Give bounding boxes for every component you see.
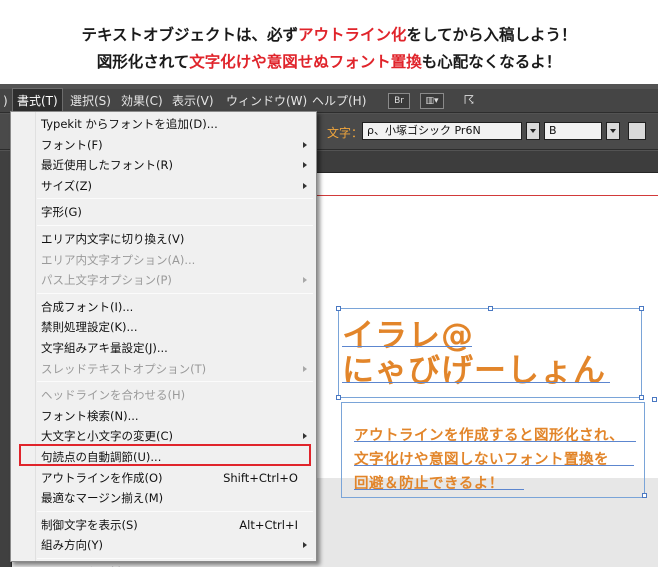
menu-item[interactable]: 字形(G) (41, 202, 82, 222)
banner-line-2-segment: も心配なくなるよ！ (421, 53, 562, 71)
menu-separator (37, 510, 313, 512)
font-size-stepper[interactable] (628, 122, 646, 140)
banner-line-1: テキストオブジェクトは、必ずアウトライン化をしてから入稿しよう！ (0, 23, 658, 45)
menu-item: スレッドテキストオプション(T) (41, 361, 207, 376)
menu-bar: ) 書式(T) 選択(S) 効果(C) 表示(V) ウィンドウ(W) ヘルプ(H… (0, 88, 658, 114)
baseline-line (354, 465, 634, 466)
menu-item-help[interactable]: ヘルプ(H) (312, 89, 366, 113)
banner-line-2-segment: 図形化されて (96, 53, 190, 71)
menu-item-effect[interactable]: 効果(C) (121, 89, 163, 113)
baseline-line (342, 382, 610, 383)
instruction-banner: テキストオブジェクトは、必ずアウトライン化をしてから入稿しよう！ 図形化されて文… (0, 0, 658, 84)
menu-item: テキストを更新(L) (41, 562, 137, 567)
banner-line-2-segment: 文字化けや意図せぬフォント置換 (189, 53, 422, 71)
menu-item-prev[interactable]: ) (3, 89, 8, 113)
font-style-field[interactable]: B (544, 122, 602, 140)
highlight-outline-annotation (19, 444, 311, 466)
menu-item[interactable]: サイズ(Z) (41, 176, 92, 196)
menu-item[interactable]: 禁則処理設定(K)... (41, 317, 137, 337)
menu-item-type[interactable]: 書式(T) (12, 88, 63, 114)
font-family-dropdown-icon[interactable] (526, 122, 540, 140)
menu-item[interactable]: Typekit からフォントを追加(D)... (41, 114, 218, 134)
menu-separator (37, 198, 313, 200)
baseline-line (342, 346, 472, 347)
baseline-line (354, 441, 636, 442)
submenu-arrow-icon (303, 182, 307, 189)
menu-item[interactable]: 制御文字を表示(S) (41, 515, 138, 535)
menu-item-select[interactable]: 選択(S) (70, 89, 111, 113)
font-style-dropdown-icon[interactable] (606, 122, 620, 140)
font-family-field[interactable]: ρ、小塚ゴシック Pr6N (362, 122, 522, 140)
menu-item[interactable]: エリア内文字に切り換え(V) (41, 229, 184, 249)
bridge-button[interactable]: Br (388, 93, 410, 109)
banner-line-1-segment: テキストオブジェクトは、必ず (81, 26, 298, 44)
menu-item[interactable]: 文字組みアキ量設定(J)... (41, 338, 168, 358)
selection-handle[interactable] (488, 306, 493, 311)
submenu-arrow-icon (303, 277, 307, 284)
menu-item[interactable]: 組み方向(Y) (41, 535, 103, 555)
submenu-arrow-icon (303, 542, 307, 549)
arrange-documents-icon[interactable]: ▥▾ (420, 93, 444, 109)
title-line-2: にゃびげーしょん (342, 351, 607, 389)
menu-shortcut: Alt+Ctrl+I (239, 517, 298, 532)
gpu-performance-icon[interactable]: ☈ (458, 93, 480, 109)
menu-item[interactable]: 最近使用したフォント(R) (41, 155, 173, 175)
menu-item: パス上文字オプション(P) (41, 273, 172, 288)
menu-item-window[interactable]: ウィンドウ(W) (226, 89, 307, 113)
submenu-arrow-icon (303, 162, 307, 169)
menu-item[interactable]: 最適なマージン揃え(M) (41, 488, 163, 508)
submenu-arrow-icon (303, 365, 307, 372)
banner-line-1-segment: をしてから入稿しよう！ (406, 26, 577, 44)
baseline-line (354, 489, 524, 490)
menu-shortcut: Shift+Ctrl+O (223, 470, 298, 485)
menu-item[interactable]: フォント(F) (41, 135, 103, 155)
type-menu-dropdown: Typekit からフォントを追加(D)... フォント(F) 最近使用したフォント… (10, 111, 317, 567)
selection-handle[interactable] (336, 395, 341, 400)
menu-separator (37, 558, 313, 559)
banner-line-2: 図形化されて文字化けや意図せぬフォント置換も心配なくなるよ！ (0, 50, 658, 72)
menu-item[interactable]: フォント検索(N)... (41, 406, 139, 426)
menu-item[interactable]: 合成フォント(I)... (41, 297, 133, 317)
selection-handle[interactable] (642, 493, 647, 498)
selection-handle[interactable] (652, 397, 657, 402)
menu-item: エリア内文字オプション(A)... (41, 252, 196, 267)
selection-handle[interactable] (639, 395, 644, 400)
menu-separator (37, 292, 313, 294)
menu-item: ヘッドラインを合わせる(H) (41, 388, 186, 403)
banner-line-1-segment: アウトライン化 (297, 26, 407, 44)
submenu-arrow-icon (303, 141, 307, 148)
menu-separator (37, 381, 313, 383)
menu-item-view[interactable]: 表示(V) (172, 89, 214, 113)
menu-item[interactable]: アウトラインを作成(O) (41, 468, 163, 488)
selection-handle[interactable] (336, 306, 341, 311)
menu-separator (37, 225, 313, 226)
character-label: 文字： (327, 126, 364, 140)
selection-handle[interactable] (639, 306, 644, 311)
submenu-arrow-icon (303, 433, 307, 440)
